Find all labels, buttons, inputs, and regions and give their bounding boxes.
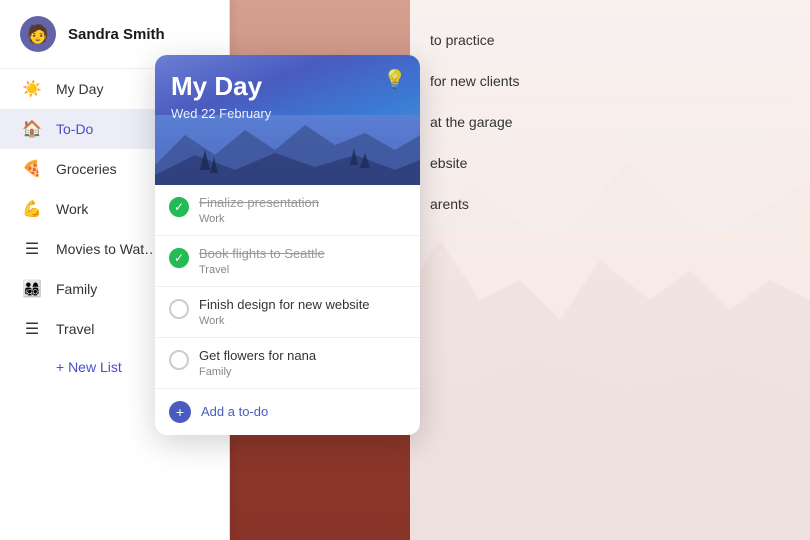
- card-header: 💡 My Day Wed 22 February: [155, 55, 420, 185]
- task-text-4: Get flowers for nana: [199, 348, 406, 365]
- my-day-card: 💡 My Day Wed 22 February ✓ Finalize pres…: [155, 55, 420, 435]
- task-text-3: Finish design for new website: [199, 297, 406, 314]
- user-name: Sandra Smith: [68, 26, 165, 43]
- bg-task-1: to practice: [430, 20, 790, 61]
- task-check-done-1[interactable]: ✓: [169, 197, 189, 217]
- bg-task-4: ebsite: [430, 143, 790, 184]
- background-task-list: to practice for new clients at the garag…: [410, 0, 810, 540]
- task-check-3[interactable]: [169, 299, 189, 319]
- card-task-1[interactable]: ✓ Finalize presentation Work: [155, 185, 420, 236]
- task-category-4: Family: [199, 366, 406, 378]
- bg-task-3: at the garage: [430, 102, 790, 143]
- task-text-1: Finalize presentation: [199, 195, 406, 212]
- pizza-icon: 🍕: [20, 159, 44, 179]
- task-text-wrap-1: Finalize presentation Work: [199, 195, 406, 225]
- task-text-2: Book flights to Seattle: [199, 246, 406, 263]
- task-text-wrap-2: Book flights to Seattle Travel: [199, 246, 406, 276]
- bg-task-2: for new clients: [430, 61, 790, 102]
- task-category-1: Work: [199, 213, 406, 225]
- plus-circle-icon: +: [176, 404, 184, 420]
- task-category-2: Travel: [199, 264, 406, 276]
- muscle-icon: 💪: [20, 199, 44, 219]
- add-todo-button[interactable]: +: [169, 401, 191, 423]
- task-check-4[interactable]: [169, 350, 189, 370]
- card-footer[interactable]: + Add a to-do: [155, 389, 420, 435]
- bg-task-5: arents: [430, 184, 790, 225]
- home-icon: 🏠: [20, 119, 44, 139]
- card-task-3[interactable]: Finish design for new website Work: [155, 287, 420, 338]
- task-category-3: Work: [199, 315, 406, 327]
- card-date: Wed 22 February: [171, 106, 404, 121]
- card-task-4[interactable]: Get flowers for nana Family: [155, 338, 420, 389]
- avatar: 🧑: [20, 16, 56, 52]
- task-text-wrap-3: Finish design for new website Work: [199, 297, 406, 327]
- card-task-2[interactable]: ✓ Book flights to Seattle Travel: [155, 236, 420, 287]
- card-title: My Day: [171, 71, 404, 102]
- card-body: ✓ Finalize presentation Work ✓ Book flig…: [155, 185, 420, 389]
- task-text-wrap-4: Get flowers for nana Family: [199, 348, 406, 378]
- add-todo-label: Add a to-do: [201, 404, 268, 419]
- family-icon: 👨‍👩‍👧‍👦: [20, 279, 44, 299]
- task-check-done-2[interactable]: ✓: [169, 248, 189, 268]
- list-icon: ☰: [20, 239, 44, 259]
- list2-icon: ☰: [20, 319, 44, 339]
- sun-icon: ☀️: [20, 79, 44, 99]
